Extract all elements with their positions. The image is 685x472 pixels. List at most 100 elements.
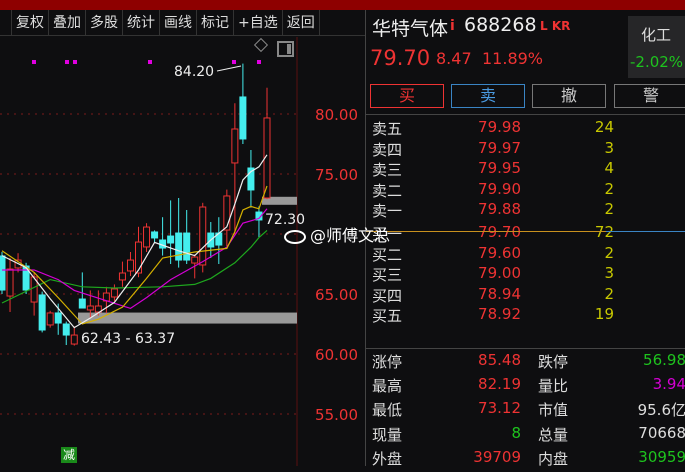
level-price: 78.92	[478, 305, 521, 324]
toolbar-multi-stock-button[interactable]: 多股	[86, 10, 123, 36]
candle-down	[62, 323, 70, 336]
buy-button[interactable]: 买	[370, 84, 444, 108]
candle-down	[183, 232, 191, 261]
price-change-pct: 11.89%	[482, 49, 544, 68]
level-price: 79.60	[478, 243, 521, 262]
sector-box[interactable]: 化工 -2.02%	[628, 16, 685, 78]
order-book-row[interactable]: 买四 78.94 2	[366, 285, 685, 306]
level-label: 卖四	[372, 140, 403, 159]
watermark: @师傅文总	[284, 222, 390, 246]
panel-toggle-icon[interactable]	[277, 41, 294, 57]
stat-label: 市值	[538, 401, 569, 420]
toolbar-add-watchlist-button[interactable]: +自选	[234, 10, 283, 36]
level-label: 卖一	[372, 202, 403, 221]
signal-dot	[257, 60, 261, 64]
candle-up	[46, 312, 54, 326]
candle-down	[167, 235, 175, 244]
sector-name: 化工	[641, 26, 672, 44]
cancel-order-button[interactable]: 撤	[532, 84, 606, 108]
order-book-row[interactable]: 卖三 79.95 4	[366, 159, 685, 180]
level-label: 买三	[372, 266, 403, 285]
toolbar-overlay-button[interactable]: 叠加	[49, 10, 86, 36]
toolbar-draw-line-button[interactable]: 画线	[160, 10, 197, 36]
level-volume: 24	[594, 118, 614, 136]
signal-dot	[32, 60, 36, 64]
order-book-row[interactable]: 买五 78.92 19	[366, 305, 685, 326]
title-bar	[0, 0, 685, 10]
last-price: 79.70	[370, 46, 431, 70]
support-zone	[78, 312, 297, 324]
level-price: 79.88	[478, 200, 521, 219]
toolbar-spacer	[0, 10, 12, 35]
level-volume: 3	[604, 264, 614, 283]
y-tick-label: 65.00	[315, 286, 358, 304]
toolbar-fuquan-button[interactable]: 复权	[12, 10, 49, 36]
signal-badge-reduce: 减	[61, 447, 77, 463]
price-change: 8.47	[436, 49, 472, 68]
stat-value: 73.12	[478, 399, 521, 418]
toolbar-stats-button[interactable]: 统计	[123, 10, 160, 36]
stats-row: 涨停 85.48 跌停 56.98	[366, 351, 685, 375]
divider	[366, 348, 685, 349]
level-label: 买二	[372, 245, 403, 264]
level-label: 买四	[372, 286, 403, 305]
divider	[366, 114, 685, 115]
toolbar-back-button[interactable]: 返回	[283, 10, 320, 36]
y-tick-label: 80.00	[315, 106, 358, 124]
order-book-row[interactable]: 卖二 79.90 2	[366, 180, 685, 201]
stat-label: 总量	[538, 425, 569, 444]
info-icon[interactable]: i	[450, 18, 455, 34]
chart-toolbar: 复权 叠加 多股 统计 画线 标记 +自选 返回	[0, 10, 365, 36]
stat-value: 56.98	[643, 351, 685, 369]
sell-button[interactable]: 卖	[451, 84, 525, 108]
alert-button[interactable]: 警	[614, 84, 685, 108]
toolbar-mark-button[interactable]: 标记	[197, 10, 234, 36]
candle-up	[110, 288, 118, 298]
order-book-row[interactable]: 买三 79.00 3	[366, 264, 685, 285]
stock-name: 华特气体	[372, 18, 449, 40]
level-volume: 4	[604, 159, 614, 178]
level-label: 卖二	[372, 181, 403, 200]
stat-label: 跌停	[538, 353, 569, 371]
stat-label: 现量	[372, 425, 403, 444]
stat-label: 最高	[372, 377, 403, 396]
order-book-row[interactable]: 买二 79.60 2	[366, 244, 685, 265]
level-label: 卖三	[372, 161, 403, 180]
level-price: 78.94	[478, 284, 521, 303]
signal-dot	[65, 60, 69, 64]
order-book-row[interactable]: 卖四 79.97 3	[366, 139, 685, 160]
candle-up	[223, 195, 231, 231]
candle-up	[86, 305, 94, 311]
candle-up	[191, 256, 199, 264]
candle-up	[231, 128, 239, 164]
stat-value: 70668	[638, 423, 685, 442]
level-volume: 2	[604, 200, 614, 219]
stats-row: 最低 73.12 市值 95.6亿	[366, 399, 685, 423]
weibo-icon	[284, 229, 306, 244]
level-volume: 72	[594, 223, 614, 241]
level-volume: 2	[604, 284, 614, 303]
order-book-row[interactable]: 买一 79.70 72	[366, 223, 685, 244]
level-label: 卖五	[372, 120, 403, 138]
level-volume: 2	[604, 179, 614, 198]
stat-value: 8	[511, 423, 521, 442]
candlestick-chart[interactable]: 80.00 75.00 65.00 60.00 55.00 84.20 62.43 - 63…	[0, 37, 362, 466]
candle-up	[135, 241, 143, 274]
stock-tags: L KR	[540, 19, 571, 33]
candle-down	[151, 231, 159, 239]
level-price: 79.95	[478, 159, 521, 178]
bid-ask-divider-right	[606, 231, 685, 232]
level-label: 买五	[372, 307, 403, 326]
level-volume: 19	[594, 305, 614, 324]
level-volume: 2	[604, 243, 614, 262]
stat-value: 39709	[473, 447, 521, 466]
stat-value: 3.94	[652, 375, 685, 394]
signal-dot	[148, 60, 152, 64]
level-price: 79.00	[478, 264, 521, 283]
support-zone-label: 62.43 - 63.37	[81, 331, 175, 347]
high-price-label: 84.20	[174, 64, 214, 80]
order-book-row[interactable]: 卖一 79.88 2	[366, 200, 685, 221]
order-book-row[interactable]: 卖五 79.98 24	[366, 118, 685, 139]
candle-down	[54, 312, 62, 324]
bid-ask-divider	[366, 231, 606, 232]
